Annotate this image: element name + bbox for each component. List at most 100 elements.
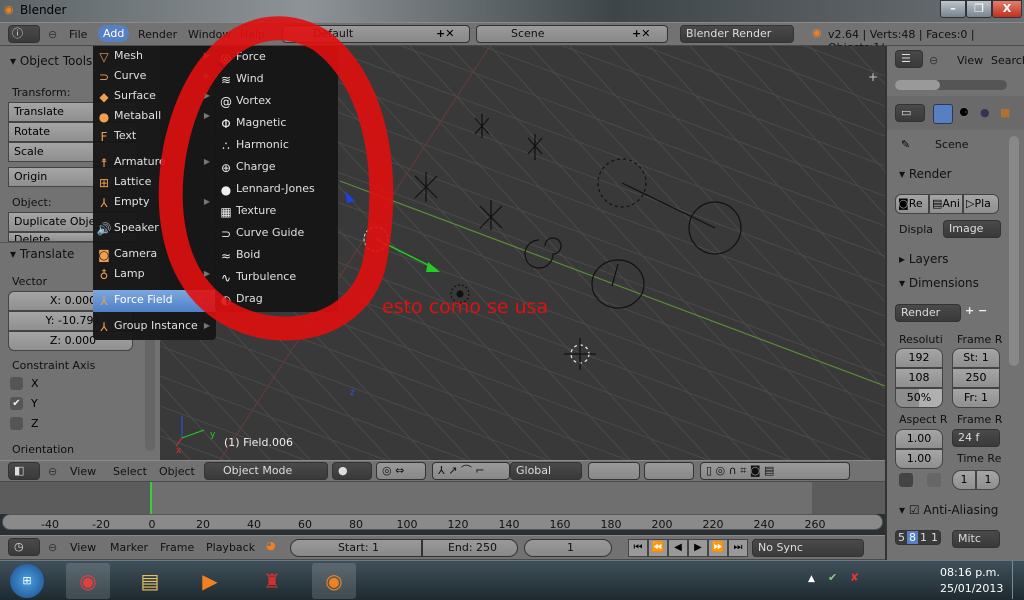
menu-view[interactable]: View	[70, 465, 96, 478]
properties-scrollbar[interactable]	[1009, 136, 1019, 366]
manipulator-buttons[interactable]: ⅄ ↗ ⌒ ⌐	[432, 462, 510, 480]
checkbox[interactable]: ✔	[10, 397, 23, 410]
aa-samples-8[interactable]: 8	[907, 531, 918, 544]
network-icon[interactable]: ✔	[828, 571, 837, 584]
add-menu-item-lamp[interactable]: ♁ Lamp ▶	[93, 264, 216, 286]
checkbox[interactable]	[10, 417, 23, 430]
border-checkbox[interactable]	[899, 473, 913, 487]
add-menu-item-camera[interactable]: ◙ Camera	[93, 244, 216, 266]
constraint-axis-y[interactable]: ✔ Y	[10, 397, 38, 410]
layer-buttons-2[interactable]	[644, 462, 694, 480]
menu-object[interactable]: Object	[159, 465, 195, 478]
end-frame-field[interactable]: End: 250	[422, 539, 518, 557]
aa-filter-select[interactable]: Mitc	[952, 530, 1000, 548]
next-keyframe-button[interactable]: ⏩	[708, 539, 728, 557]
minimize-button[interactable]: –	[940, 0, 966, 18]
force-field-item-texture[interactable]: ▦ Texture	[215, 201, 338, 223]
aa-samples-16[interactable]: 1	[929, 531, 940, 544]
show-hidden-icons[interactable]: ▲	[808, 574, 815, 584]
force-field-item-magnetic[interactable]: Φ Magnetic	[215, 113, 338, 135]
play-button[interactable]: ▷Pla	[963, 194, 999, 214]
add-menu-item-metaball[interactable]: ● Metaball ▶	[93, 106, 216, 128]
menu-window[interactable]: Window	[188, 28, 231, 41]
current-frame-field[interactable]: 1	[524, 539, 612, 557]
mode-select[interactable]: Object Mode	[204, 462, 328, 480]
aspect-x-field[interactable]: 1.00	[895, 429, 943, 449]
pivot-select[interactable]: ◎ ⇔	[376, 462, 426, 480]
time-new-field[interactable]: 1	[976, 470, 1000, 490]
timeline-area[interactable]	[0, 482, 885, 514]
frame-step-field[interactable]: Fr: 1	[952, 388, 1000, 408]
render-still-button[interactable]: ◙Re	[895, 194, 929, 214]
collapse-icon[interactable]: ⊖	[48, 465, 57, 478]
playhead[interactable]	[150, 482, 152, 514]
add-preset-icon[interactable]: + −	[965, 304, 987, 317]
timeline-scrollbar[interactable]	[2, 514, 883, 530]
time-old-field[interactable]: 1	[952, 470, 976, 490]
world-context-icon[interactable]: ●	[980, 106, 990, 119]
orientation-select[interactable]: Global	[510, 462, 582, 480]
collapse-icon[interactable]: ⊖	[929, 54, 938, 67]
maximize-button[interactable]: ❐	[966, 0, 992, 18]
render-animation-button[interactable]: ▤Ani	[929, 194, 963, 214]
chrome-taskbar-icon[interactable]: ◉	[66, 563, 110, 599]
render-panel-header[interactable]: ▾ Render	[899, 167, 952, 181]
editor-type-info-icon[interactable]: ⓘ	[8, 25, 40, 43]
resolution-x-field[interactable]: 192	[895, 348, 943, 368]
force-field-item-turbulence[interactable]: ∿ Turbulence	[215, 267, 338, 289]
play-reverse-button[interactable]: ◀	[668, 539, 688, 557]
menu-select[interactable]: Select	[113, 465, 147, 478]
aa-samples-5[interactable]: 5	[896, 531, 907, 544]
crop-checkbox[interactable]	[927, 473, 941, 487]
outliner-scrollbar[interactable]	[895, 80, 1007, 90]
show-desktop-button[interactable]	[1012, 561, 1024, 599]
resolution-percentage-slider[interactable]: 50%	[895, 388, 943, 408]
pin-icon[interactable]: ✎	[901, 138, 910, 151]
menu-add[interactable]: Add	[98, 25, 130, 42]
force-field-item-boid[interactable]: ≈ Boid	[215, 245, 338, 267]
add-menu-item-curve[interactable]: ⊃ Curve ▶	[93, 66, 216, 88]
object-context-icon[interactable]: ■	[1000, 106, 1010, 119]
render-preset-select[interactable]: Render	[895, 304, 961, 322]
add-menu-item-speaker[interactable]: 🔊 Speaker	[93, 218, 216, 240]
checkbox[interactable]	[10, 377, 23, 390]
menu-help[interactable]: Help	[240, 28, 265, 41]
force-field-item-vortex[interactable]: @ Vortex	[215, 91, 338, 113]
snap-render-buttons[interactable]: ▯ ◎ ∩ ⌗ ◙ ▤	[700, 462, 850, 480]
force-field-item-drag[interactable]: ◐ Drag	[215, 289, 338, 311]
clock-date[interactable]: 25/01/2013	[940, 582, 1003, 595]
editor-type-timeline-icon[interactable]: ◷	[8, 538, 40, 556]
clock-time[interactable]: 08:16 p.m.	[940, 566, 1000, 579]
menu-render[interactable]: Render	[138, 28, 177, 41]
force-field-item-harmonic[interactable]: ∴ Harmonic	[215, 135, 338, 157]
anti-aliasing-panel-header[interactable]: ▾ ☑ Anti-Aliasing	[899, 503, 998, 517]
add-menu-item-lattice[interactable]: ⊞ Lattice	[93, 172, 216, 194]
add-layout-icon[interactable]: +✕	[436, 27, 454, 40]
constraint-axis-z[interactable]: Z	[10, 417, 39, 430]
frame-end-field[interactable]: 250	[952, 368, 1000, 388]
add-menu-item-text[interactable]: F Text	[93, 126, 216, 148]
collapse-icon[interactable]: ⊖	[48, 541, 57, 554]
editor-type-properties-icon[interactable]: ▭	[895, 104, 925, 122]
constraint-axis-x[interactable]: X	[10, 377, 39, 390]
blender-taskbar-icon[interactable]: ◉	[312, 563, 356, 599]
menu-search[interactable]: Search	[991, 54, 1024, 67]
menu-frame[interactable]: Frame	[160, 541, 194, 554]
menu-file[interactable]: File	[69, 28, 87, 41]
menu-view[interactable]: View	[70, 541, 96, 554]
menu-marker[interactable]: Marker	[110, 541, 148, 554]
prev-keyframe-button[interactable]: ⏪	[648, 539, 668, 557]
frame-start-field[interactable]: St: 1	[952, 348, 1000, 368]
render-engine-select[interactable]: Blender Render	[680, 25, 794, 43]
menu-view[interactable]: View	[957, 54, 983, 67]
media-player-taskbar-icon[interactable]: ▶	[188, 563, 232, 599]
start-frame-field[interactable]: Start: 1	[290, 539, 422, 557]
translate-panel-header[interactable]: ▾ Translate	[10, 247, 74, 261]
force-field-item-curve-guide[interactable]: ⊃ Curve Guide	[215, 223, 338, 245]
display-select[interactable]: Image	[943, 220, 1001, 238]
jump-start-button[interactable]: ⏮	[628, 539, 648, 557]
properties-toggle-icon[interactable]: +	[868, 70, 878, 84]
add-menu-item-surface[interactable]: ◆ Surface ▶	[93, 86, 216, 108]
add-menu-item-group-instance[interactable]: ⅄ Group Instance ▶	[93, 316, 216, 338]
add-menu-item-mesh[interactable]: ▽ Mesh ▶	[93, 46, 216, 68]
